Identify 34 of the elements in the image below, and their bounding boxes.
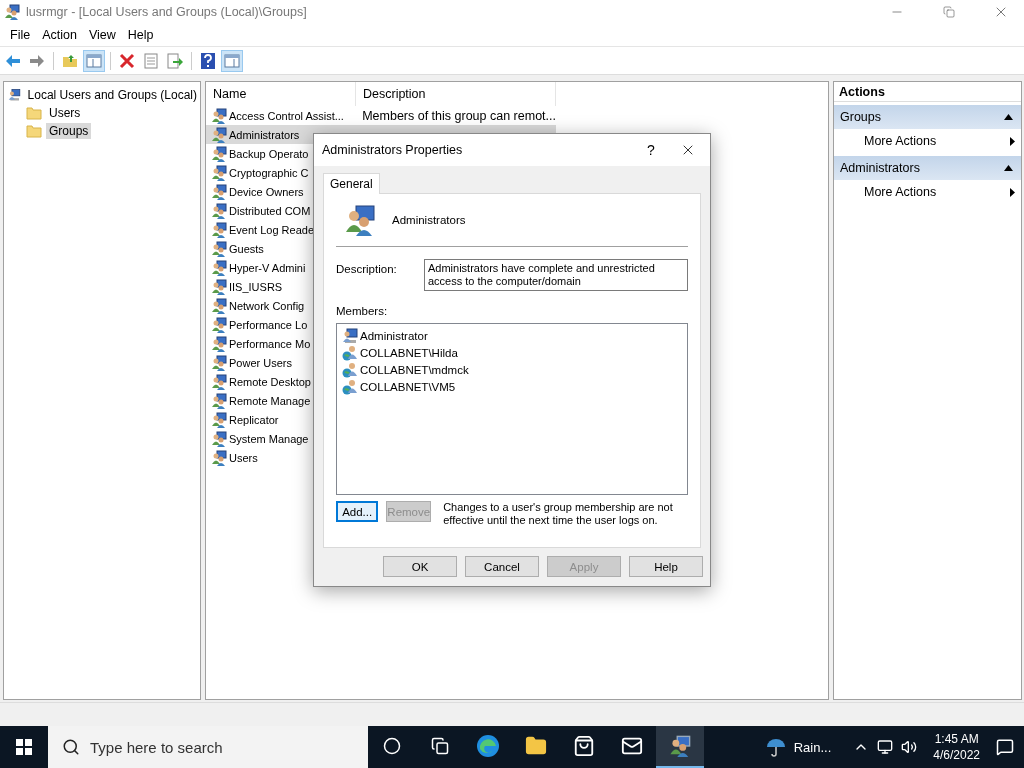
group-name: Remote Manage (229, 394, 311, 407)
search-placeholder: Type here to search (90, 738, 223, 756)
group-name: Guests (229, 242, 264, 255)
group-name: Power Users (229, 356, 292, 369)
section-title: Groups (840, 110, 881, 124)
group-name: Cryptographic C (229, 166, 309, 179)
group-name: Performance Lo (229, 318, 308, 331)
group-name: Event Log Reade (229, 223, 314, 236)
group-name: Replicator (229, 413, 279, 426)
group-name: Network Config (229, 299, 305, 312)
group-name: Device Owners (229, 185, 304, 198)
action-label: More Actions (864, 134, 937, 148)
window-title: lusrmgr - [Local Users and Groups (Local)\Groups] (26, 5, 308, 19)
group-name: IIS_IUSRS (229, 280, 283, 293)
actions-title: Actions (834, 82, 1021, 102)
group-name: Performance Mo (229, 337, 311, 350)
section-title: Administrators (840, 161, 920, 175)
membership-note: Changes to a user's group membership are not effective until the next time the user logs on. (443, 501, 674, 527)
group-name: Administrators (229, 128, 300, 141)
description-label: Description: (336, 262, 398, 277)
time-text: 1:45 AM (934, 731, 979, 747)
group-description: Members of this group can remot... (361, 108, 556, 123)
action-label: More Actions (864, 185, 937, 199)
date-text: 4/6/2022 (933, 747, 980, 763)
dialog-title: Administrators Properties (322, 143, 464, 157)
group-name: Administrators (392, 214, 466, 226)
group-name: Backup Operato (229, 147, 309, 160)
members-label: Members: (336, 305, 389, 317)
group-name: Hyper-V Admini (229, 261, 306, 274)
group-name: System Manage (229, 432, 309, 445)
group-name: Users (229, 451, 258, 464)
group-name: Distributed COM (229, 204, 311, 217)
group-name: Remote Desktop (229, 375, 311, 388)
group-name: Access Control Assist... (229, 109, 344, 122)
